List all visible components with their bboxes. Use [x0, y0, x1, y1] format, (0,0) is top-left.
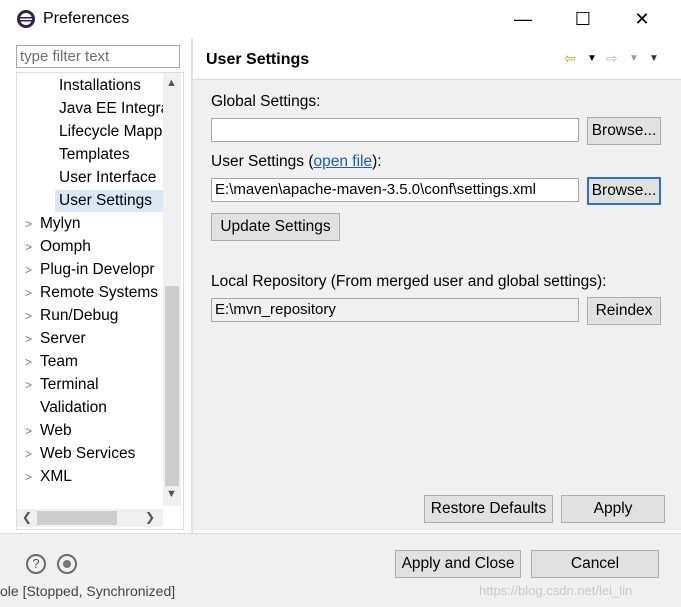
- tree-item-label: Templates: [59, 146, 130, 163]
- import-export-icon[interactable]: [57, 554, 77, 574]
- view-menu-icon[interactable]: ▼: [649, 53, 659, 64]
- chevron-right-icon[interactable]: >: [25, 282, 35, 304]
- tree-item-user-interface[interactable]: User Interface: [59, 167, 156, 189]
- chevron-right-icon[interactable]: >: [25, 213, 35, 235]
- tree-horizontal-scrollbar[interactable]: ❮ ❯: [17, 509, 163, 527]
- user-settings-label-suffix: ):: [372, 153, 382, 170]
- tree-item-validation[interactable]: Validation: [40, 397, 107, 419]
- minimize-button[interactable]: —: [508, 8, 538, 30]
- tree-item-label: Web Services: [40, 445, 136, 462]
- scroll-up-icon[interactable]: ▲: [166, 77, 177, 89]
- tree-item-team[interactable]: > Team: [25, 351, 78, 373]
- restore-defaults-button[interactable]: Restore Defaults: [424, 495, 553, 523]
- tree-item-label: Server: [40, 330, 86, 347]
- page-header: User Settings ⇦ ▼ ⇨ ▼ ▼: [193, 38, 681, 80]
- tree-item-label: Plug-in Developr: [40, 261, 155, 278]
- scrollbar-thumb[interactable]: [37, 511, 117, 525]
- tree-item-label: Java EE Integra: [59, 100, 163, 117]
- tree-item-label: Run/Debug: [40, 307, 119, 324]
- chevron-right-icon[interactable]: >: [25, 259, 35, 281]
- page-title: User Settings: [206, 51, 310, 68]
- title-bar: Preferences — ☐ ✕: [0, 0, 681, 38]
- tree-vertical-scrollbar[interactable]: ▲ ▼: [163, 73, 181, 506]
- scrollbar-thumb[interactable]: [165, 286, 179, 486]
- tree-item-label: XML: [40, 468, 72, 485]
- user-settings-page: Global Settings: Browse... User Settings…: [193, 80, 681, 530]
- chevron-right-icon[interactable]: >: [25, 420, 35, 442]
- tree-item-oomph[interactable]: > Oomph: [25, 236, 91, 258]
- open-file-link[interactable]: open file: [314, 153, 373, 170]
- tree-item-mylyn[interactable]: > Mylyn: [25, 213, 81, 235]
- tree-item-label: Validation: [40, 399, 107, 416]
- user-settings-label-prefix: User Settings (: [211, 153, 314, 170]
- tree-item-terminal[interactable]: > Terminal: [25, 374, 99, 396]
- maximize-button[interactable]: ☐: [568, 8, 598, 30]
- global-settings-field[interactable]: [211, 118, 579, 142]
- tree-item-label: Web: [40, 422, 72, 439]
- preference-tree: Installations Java EE Integra Lifecycle …: [17, 73, 163, 506]
- chevron-right-icon[interactable]: >: [25, 236, 35, 258]
- tree-item-label: Remote Systems: [40, 284, 159, 301]
- reindex-button[interactable]: Reindex: [587, 297, 661, 325]
- scroll-right-icon[interactable]: ❯: [145, 510, 155, 524]
- eclipse-app-icon: [17, 10, 35, 28]
- filter-input[interactable]: [16, 45, 180, 68]
- user-settings-label: User Settings (open file):: [211, 153, 382, 171]
- tree-item-lifecycle-mappings[interactable]: Lifecycle Mapp: [59, 121, 162, 143]
- scroll-left-icon[interactable]: ❮: [22, 510, 32, 524]
- cancel-button[interactable]: Cancel: [531, 550, 659, 578]
- update-settings-button[interactable]: Update Settings: [211, 213, 340, 241]
- tree-item-templates[interactable]: Templates: [59, 144, 130, 166]
- tree-item-installations[interactable]: Installations: [59, 75, 141, 97]
- tree-item-server[interactable]: > Server: [25, 328, 86, 350]
- background-console-text: ole [Stopped, Synchronized]: [0, 583, 176, 599]
- tree-item-label: Oomph: [40, 238, 91, 255]
- tree-item-label: Team: [40, 353, 78, 370]
- back-dropdown-icon[interactable]: ▼: [587, 53, 597, 64]
- chevron-right-icon[interactable]: >: [25, 466, 35, 488]
- tree-item-label: Terminal: [40, 376, 99, 393]
- forward-dropdown-icon[interactable]: ▼: [629, 53, 639, 64]
- forward-arrow-icon[interactable]: ⇨: [606, 50, 618, 67]
- window-title: Preferences: [43, 10, 130, 27]
- scroll-down-icon[interactable]: ▼: [166, 488, 177, 500]
- tree-item-remote-systems[interactable]: > Remote Systems: [25, 282, 159, 304]
- chevron-right-icon[interactable]: >: [25, 374, 35, 396]
- tree-item-run-debug[interactable]: > Run/Debug: [25, 305, 119, 327]
- help-icon[interactable]: ?: [26, 554, 46, 574]
- back-arrow-icon[interactable]: ⇦: [564, 50, 576, 67]
- tree-item-java-ee-integration[interactable]: Java EE Integra: [59, 98, 163, 120]
- local-repository-field[interactable]: E:\mvn_repository: [211, 298, 579, 322]
- chevron-right-icon[interactable]: >: [25, 328, 35, 350]
- tree-item-label: User Settings: [59, 192, 153, 209]
- tree-item-label: User Interface: [59, 169, 157, 186]
- apply-button[interactable]: Apply: [561, 495, 665, 523]
- browse-user-button[interactable]: Browse...: [587, 177, 661, 205]
- user-settings-field[interactable]: E:\maven\apache-maven-3.5.0\conf\setting…: [211, 178, 579, 202]
- close-button[interactable]: ✕: [627, 8, 657, 30]
- preference-tree-container: Installations Java EE Integra Lifecycle …: [16, 72, 184, 530]
- local-repository-label: Local Repository (From merged user and g…: [211, 273, 607, 290]
- tree-item-label: Installations: [59, 77, 141, 94]
- browse-global-button[interactable]: Browse...: [587, 117, 661, 145]
- chevron-right-icon[interactable]: >: [25, 443, 35, 465]
- tree-item-plugin-development[interactable]: > Plug-in Developr: [25, 259, 155, 281]
- apply-and-close-button[interactable]: Apply and Close: [395, 550, 521, 578]
- tree-item-web-services[interactable]: > Web Services: [25, 443, 136, 465]
- tree-item-user-settings[interactable]: User Settings: [55, 190, 163, 212]
- tree-item-label: Mylyn: [40, 215, 81, 232]
- watermark-text: https://blog.csdn.net/lei_lin: [479, 583, 633, 598]
- tree-item-xml[interactable]: > XML: [25, 466, 72, 488]
- chevron-right-icon[interactable]: >: [25, 305, 35, 327]
- tree-item-label: Lifecycle Mapp: [59, 123, 163, 140]
- chevron-right-icon[interactable]: >: [25, 351, 35, 373]
- tree-item-web[interactable]: > Web: [25, 420, 72, 442]
- global-settings-label: Global Settings:: [211, 93, 321, 110]
